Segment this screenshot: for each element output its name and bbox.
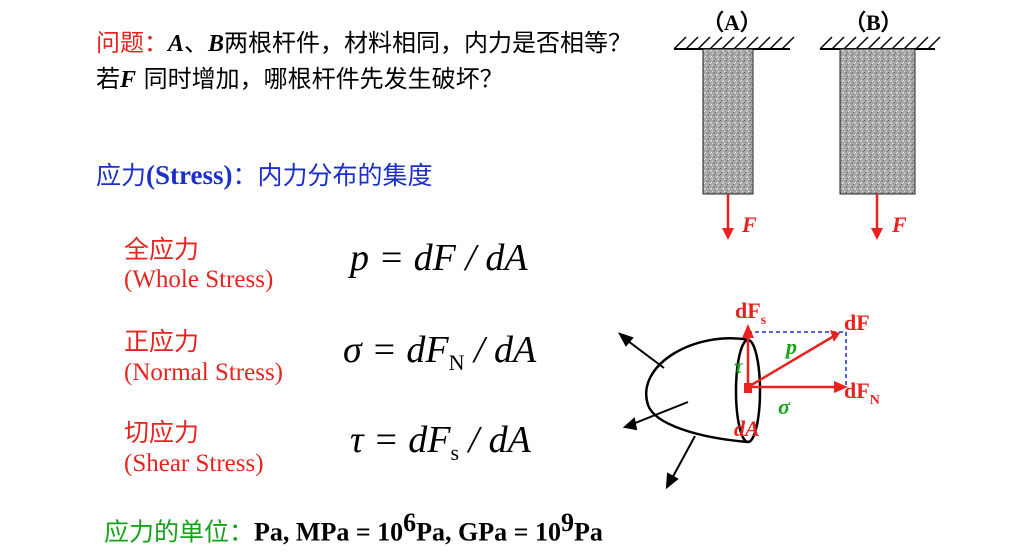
shear-stress-symbol: τ [350,419,364,461]
units-gpa: GPa = 10 [458,517,561,547]
shear-stress-formula: τ = dFs / dA [350,418,531,466]
units-gpa-exp: 9 [560,508,574,537]
whole-stress-eq: = dF / dA [369,237,528,279]
normal-stress-sub: N [448,350,465,375]
normal-stress-formula: σ = dFN / dA [343,328,536,376]
question-part2: 同时增加，哪根杆件先发生破坏？ [136,65,504,93]
normal-stress-zh: 正应力 [124,327,200,356]
units-label: 应力的单位： [104,517,255,547]
normal-stress-symbol: σ [343,329,362,371]
question-text: 问题：A、B两根杆件，材料相同，内力是否相等？若F 同时增加，哪根杆件先发生破坏… [96,26,641,98]
question-label: 问题： [96,29,168,57]
stress-element-diagram: dFs dF p τ dFN σ dA [617,298,880,490]
stress-en: (Stress) [146,160,233,190]
force-b-label: F [891,212,907,237]
shear-stress-tail: / dA [459,419,531,461]
bar-b-ref: B [208,31,225,57]
stress-units: 应力的单位：Pa, MPa = 106Pa, GPa = 109Pa [104,508,603,548]
whole-stress-symbol: p [350,237,369,279]
units-mpa-u: Pa, [416,517,459,547]
dA-label: dA [734,416,760,441]
external-loads [617,332,696,490]
units-gpa-u: Pa [573,517,603,547]
sigma-label: σ [778,394,791,419]
dFN-label: dFN [844,378,880,408]
tau-label: τ [734,356,744,378]
normal-stress-tail: / dA [464,329,537,371]
stress-desc: ：内力分布的集度 [232,161,433,190]
units-pa: Pa, [254,517,296,547]
stress-definition: 应力(Stress)：内力分布的集度 [96,156,433,192]
force-a-label: F [741,212,757,237]
normal-stress-en: (Normal Stress) [124,359,283,386]
normal-stress-eq: = dF [361,329,449,371]
shear-stress-en: (Shear Stress) [124,450,264,477]
dFs-label: dFs [735,298,767,328]
whole-stress-en: (Whole Stress) [124,266,274,293]
shear-stress-eq: = dF [363,419,451,461]
shear-stress-sub: s [450,440,460,465]
bar-a-ref: A [168,31,185,57]
bar-a [673,36,795,240]
bar-b [819,36,941,240]
p-label: p [784,334,797,359]
force-ref: F [120,67,137,93]
bars-diagram: （A） F （B） F [673,10,941,240]
dF-label: dF [844,310,870,335]
shear-stress-zh: 切应力 [124,418,200,447]
whole-stress-formula: p = dF / dA [350,236,528,280]
bar-b-label: （B） [844,10,903,35]
question-sep: 、 [184,29,209,57]
units-mpa-exp: 6 [403,508,417,537]
stress-zh: 应力 [96,161,147,190]
units-mpa: MPa = 10 [295,517,404,547]
whole-stress-zh: 全应力 [124,235,200,264]
bar-a-label: （A） [702,10,762,35]
